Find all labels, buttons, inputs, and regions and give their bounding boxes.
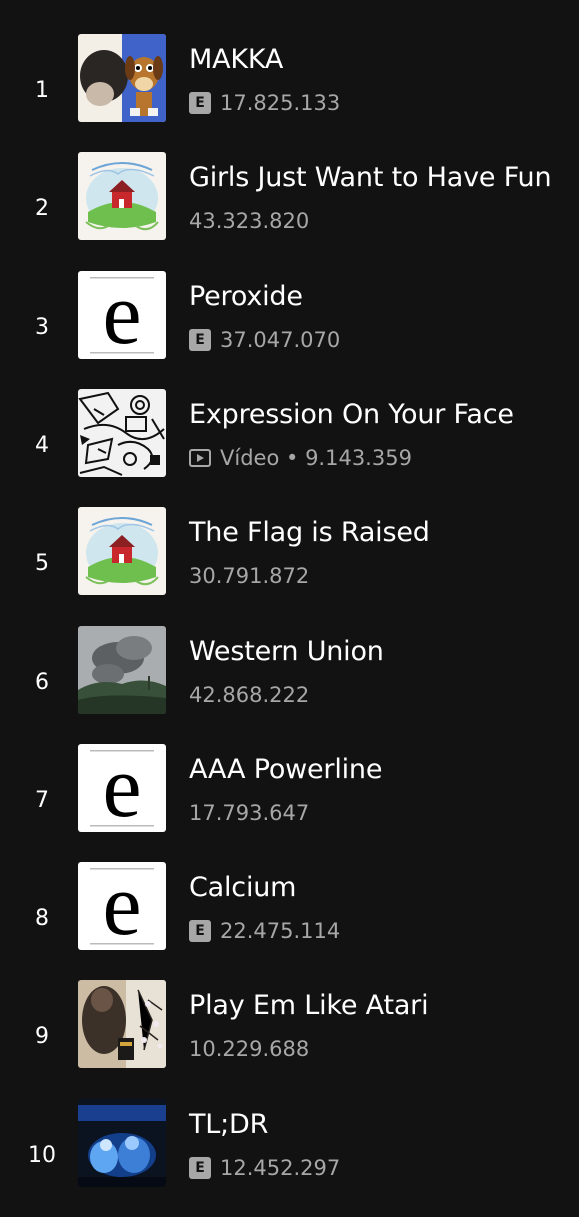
play-count: 17.825.133: [220, 91, 341, 115]
play-count: 37.047.070: [220, 328, 341, 352]
explicit-badge-icon: E: [189, 1157, 211, 1179]
popular-tracks-list: 1 MAKKA E 17.825.133 2 Girls Just Want to Hav…: [0, 0, 579, 1199]
play-count: 22.475.114: [220, 919, 341, 943]
track-title: AAA Powerline: [189, 754, 383, 785]
track-meta: E 22.475.114: [189, 918, 340, 944]
track-meta: E 12.452.297: [189, 1155, 340, 1181]
track-rank: 9: [35, 1024, 49, 1049]
album-cover: e: [78, 862, 166, 950]
track-meta: 10.229.688: [189, 1036, 309, 1062]
track-row[interactable]: 8 e Calcium E 22.475.114: [0, 862, 579, 980]
album-cover: [78, 980, 166, 1068]
track-row[interactable]: 7 e AAA Powerline 17.793.647: [0, 744, 579, 862]
play-count: 12.452.297: [220, 1156, 341, 1180]
track-rank: 1: [35, 78, 49, 103]
track-rank: 2: [35, 196, 49, 221]
album-cover: e: [78, 271, 166, 359]
svg-text:e: e: [102, 271, 141, 359]
track-meta: 42.868.222: [189, 682, 309, 708]
video-play-icon: [189, 449, 211, 467]
play-count: 10.229.688: [189, 1037, 310, 1061]
track-title: Calcium: [189, 872, 297, 903]
play-count: 9.143.359: [305, 446, 412, 470]
track-rank: 6: [35, 670, 49, 695]
track-row[interactable]: 6 Western Union 42.868.222: [0, 626, 579, 744]
meta-separator: •: [279, 446, 306, 470]
track-row[interactable]: 3 e Peroxide E 37.047.070: [0, 271, 579, 389]
track-title: The Flag is Raised: [189, 517, 430, 548]
play-count: 17.793.647: [189, 801, 310, 825]
track-row[interactable]: 10 TL;DR E 12.452.297: [0, 1099, 579, 1217]
track-row[interactable]: 1 MAKKA E 17.825.133: [0, 34, 579, 152]
play-count: 42.868.222: [189, 683, 310, 707]
album-cover: e: [78, 744, 166, 832]
album-cover: [78, 389, 166, 477]
track-meta: 30.791.872: [189, 563, 309, 589]
track-title: Western Union: [189, 636, 384, 667]
explicit-badge-icon: E: [189, 92, 211, 114]
track-meta: E 17.825.133: [189, 90, 340, 116]
track-meta: 17.793.647: [189, 800, 309, 826]
track-rank: 7: [35, 788, 49, 813]
explicit-badge-icon: E: [189, 329, 211, 351]
track-title: MAKKA: [189, 44, 284, 75]
track-rank: 10: [28, 1143, 56, 1168]
svg-text:e: e: [102, 862, 141, 950]
track-row[interactable]: 9 Play Em Like Atari 10.229.688: [0, 980, 579, 1098]
album-cover: [78, 152, 166, 240]
video-label: Vídeo: [220, 446, 280, 470]
explicit-badge-icon: E: [189, 920, 211, 942]
track-row[interactable]: 5 The Flag is Raised 30.791.872: [0, 507, 579, 625]
track-rank: 8: [35, 906, 49, 931]
track-meta: E 37.047.070: [189, 327, 340, 353]
svg-text:e: e: [102, 744, 141, 832]
track-row[interactable]: 2 Girls Just Want to Have Fun 43.323.820: [0, 152, 579, 270]
track-title: Play Em Like Atari: [189, 990, 429, 1021]
track-title: Peroxide: [189, 281, 303, 312]
play-count: 43.323.820: [189, 209, 310, 233]
track-rank: 4: [35, 433, 49, 458]
album-cover: [78, 507, 166, 595]
track-rank: 3: [35, 315, 49, 340]
play-count: 30.791.872: [189, 564, 310, 588]
album-cover: [78, 34, 166, 122]
track-meta: 43.323.820: [189, 208, 309, 234]
track-title: Expression On Your Face: [189, 399, 514, 430]
track-rank: 5: [35, 551, 49, 576]
album-cover: [78, 626, 166, 714]
track-title: TL;DR: [189, 1109, 269, 1140]
track-title: Girls Just Want to Have Fun: [189, 162, 552, 193]
track-meta: Vídeo • 9.143.359: [189, 445, 412, 471]
album-cover: [78, 1099, 166, 1187]
track-row[interactable]: 4 Expression On Your Face Vídeo • 9.143.35…: [0, 389, 579, 507]
